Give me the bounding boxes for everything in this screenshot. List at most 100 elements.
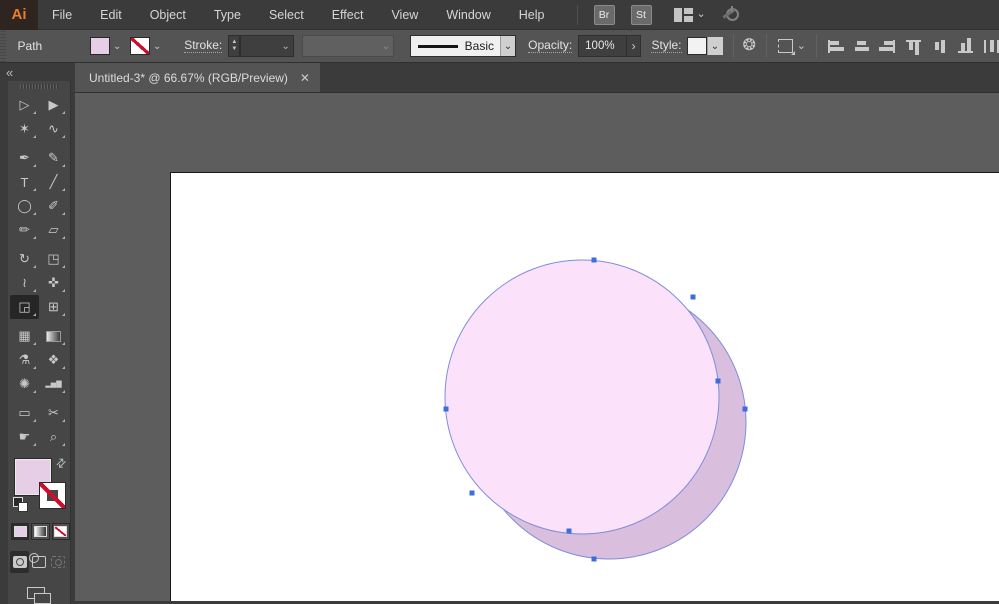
fill-color-combo[interactable]: ⌄ — [90, 35, 124, 57]
curvature-tool[interactable]: ✎ — [39, 146, 68, 170]
gpu-performance-icon[interactable] — [725, 6, 739, 21]
anchor-point[interactable] — [715, 378, 721, 384]
lasso-tool[interactable]: ∿ — [39, 117, 68, 141]
anchor-point[interactable] — [566, 528, 572, 534]
style-label[interactable]: Style: — [651, 39, 682, 53]
artwork-circle-front[interactable] — [444, 259, 720, 535]
shaper-tool[interactable]: ✏ — [10, 218, 39, 242]
opacity-label[interactable]: Opacity: — [528, 39, 573, 53]
document-tab[interactable]: Untitled-3* @ 66.67% (RGB/Preview) ✕ — [75, 63, 320, 92]
column-graph-tool[interactable]: ▂▅▇ — [39, 372, 68, 396]
menubar-separator — [576, 4, 578, 25]
opacity-field[interactable]: 100% — [578, 35, 627, 57]
chevron-down-icon[interactable]: ⌄ — [697, 9, 706, 20]
pen-tool[interactable]: ✒ — [10, 146, 39, 170]
stroke-weight-label[interactable]: Stroke: — [184, 39, 223, 53]
stroke-color-combo[interactable]: ⌄ — [130, 35, 164, 57]
menu-view[interactable]: View — [377, 0, 432, 30]
scale-tool[interactable]: ◳ — [39, 247, 68, 271]
anchor-point[interactable] — [742, 406, 748, 412]
opacity-expand-button[interactable]: › — [626, 35, 642, 57]
horizontal-align-right-icon[interactable] — [879, 39, 896, 53]
panel-grip[interactable] — [20, 84, 58, 89]
anchor-point[interactable] — [690, 294, 696, 300]
chevron-down-icon[interactable]: ⌄ — [706, 37, 723, 55]
change-screen-mode-icon[interactable] — [27, 587, 51, 604]
vertical-align-top-icon[interactable] — [906, 39, 922, 55]
brush-definition-dropdown[interactable]: Basic ⌄ — [410, 35, 517, 57]
chevron-down-icon[interactable]: ⌄ — [797, 40, 806, 52]
chevron-down-icon[interactable]: ⌄ — [279, 41, 293, 52]
bridge-button[interactable]: Br — [593, 4, 615, 25]
line-segment-tool[interactable]: ╱ — [39, 170, 68, 194]
ellipse-tool[interactable]: ◯ — [10, 194, 39, 218]
hand-tool[interactable]: ☛ — [10, 425, 39, 449]
anchor-point[interactable] — [443, 406, 449, 412]
canvas-pasteboard[interactable] — [75, 93, 999, 601]
perspective-grid-tool[interactable]: ⊞ — [39, 295, 68, 319]
close-icon[interactable]: ✕ — [300, 71, 310, 85]
anchor-point[interactable] — [469, 490, 475, 496]
shape-builder-tool[interactable]: ◲ — [10, 295, 39, 319]
zoom-tool[interactable]: ⌕ — [39, 425, 68, 449]
stepper-down-icon[interactable]: ▼ — [231, 46, 237, 53]
draw-normal-button[interactable] — [10, 551, 30, 573]
blend-tool[interactable]: ❖ — [39, 348, 68, 372]
eyedropper-tool[interactable]: ⚗ — [10, 348, 39, 372]
stroke-weight-stepper[interactable]: ▲ ▼ — [228, 35, 241, 57]
anchor-point[interactable] — [591, 556, 597, 562]
menu-edit[interactable]: Edit — [86, 0, 136, 30]
slice-tool[interactable]: ✂ — [39, 401, 68, 425]
eraser-tool[interactable]: ▱ — [39, 218, 68, 242]
vertical-align-center-icon[interactable] — [932, 39, 947, 53]
menu-help[interactable]: Help — [505, 0, 559, 30]
graphic-style-dropdown[interactable]: ⌄ — [686, 35, 723, 57]
horizontal-distribute-center-icon[interactable] — [984, 39, 999, 53]
recolor-artwork-icon[interactable]: ❂ — [743, 38, 756, 54]
type-tool[interactable]: T — [10, 170, 39, 194]
workspace-switcher-icon[interactable] — [673, 7, 693, 22]
paintbrush-tool[interactable]: ✐ — [39, 194, 68, 218]
selection-tool[interactable]: ▷ — [10, 93, 39, 117]
width-tool[interactable]: ≀ — [10, 271, 39, 295]
mesh-tool[interactable]: ▦ — [10, 324, 39, 348]
artboard-tool[interactable]: ▭ — [10, 401, 39, 425]
stepper-up-icon[interactable]: ▲ — [231, 39, 237, 46]
horizontal-align-center-icon[interactable] — [854, 40, 869, 53]
chevron-down-icon[interactable]: ⌄ — [150, 41, 164, 52]
style-swatch[interactable] — [686, 37, 707, 55]
menu-effect[interactable]: Effect — [318, 0, 378, 30]
shape-builder-tool-icon: ◲ — [18, 299, 31, 314]
menu-window[interactable]: Window — [432, 0, 504, 30]
color-button[interactable] — [11, 523, 30, 540]
collapse-panel-icon[interactable]: « — [0, 63, 75, 81]
stock-button[interactable]: St — [630, 4, 652, 25]
gradient-button[interactable] — [31, 523, 50, 540]
swap-fill-stroke-icon[interactable]: ⇄ — [52, 454, 69, 471]
stroke-none-swatch[interactable] — [130, 37, 151, 55]
chevron-down-icon[interactable]: ⌄ — [110, 41, 124, 52]
chevron-down-icon[interactable]: ⌄ — [500, 36, 516, 56]
menu-file[interactable]: File — [38, 0, 86, 30]
gradient-tool[interactable] — [39, 324, 68, 348]
control-bar: Path ⌄ ⌄ Stroke: ▲ ▼ ⌄ ⌄ Basic ⌄ Opacity… — [0, 30, 999, 63]
menu-select[interactable]: Select — [255, 0, 318, 30]
stroke-swatch-none[interactable] — [39, 482, 66, 509]
symbol-sprayer-tool[interactable]: ✺ — [10, 372, 39, 396]
stroke-weight-field[interactable]: ⌄ — [240, 35, 294, 57]
draw-behind-button[interactable] — [28, 551, 48, 573]
puppet-warp-tool[interactable]: ✜ — [39, 271, 68, 295]
horizontal-align-left-icon[interactable] — [828, 39, 845, 53]
anchor-point[interactable] — [591, 257, 597, 263]
vertical-align-bottom-icon[interactable] — [958, 37, 974, 53]
default-fill-stroke-icon[interactable] — [13, 497, 28, 512]
fill-color-swatch[interactable] — [90, 37, 111, 55]
magic-wand-tool[interactable]: ✶ — [10, 117, 39, 141]
none-button[interactable] — [51, 523, 70, 540]
panel-grip[interactable] — [0, 30, 6, 62]
menu-type[interactable]: Type — [200, 0, 255, 30]
rotate-tool[interactable]: ↻ — [10, 247, 39, 271]
direct-selection-tool[interactable]: ▶ — [39, 93, 68, 117]
select-similar-icon[interactable] — [777, 39, 795, 55]
menu-object[interactable]: Object — [136, 0, 200, 30]
